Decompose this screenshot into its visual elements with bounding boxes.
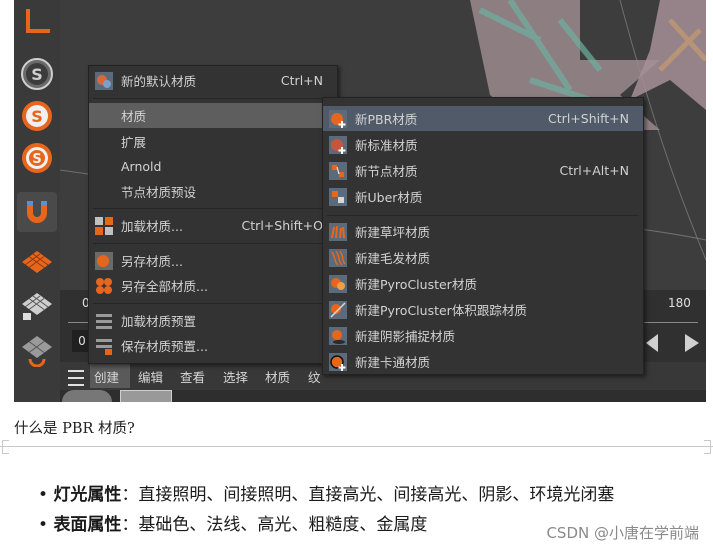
save-preset-icon	[94, 336, 114, 356]
menu-item-material[interactable]: 材质	[89, 103, 337, 128]
spline-outline-button[interactable]: S	[17, 138, 57, 178]
spline-orange-icon: S	[22, 101, 52, 131]
menu-item-new-node-material[interactable]: 新节点材质 Ctrl+Alt+N	[323, 158, 643, 183]
pyrocluster-volume-icon	[328, 300, 348, 320]
menu-item-new-default-material[interactable]: 新的默认材质 Ctrl+N	[89, 68, 337, 93]
corner-axis-button[interactable]	[17, 2, 57, 42]
c4d-screenshot: S S S 0 180 0 创建 编辑 查看 选择 材质 纹 新的默认材质 Ct…	[14, 0, 706, 402]
tab-view[interactable]: 查看	[180, 367, 205, 386]
magnet-icon	[27, 201, 47, 223]
tab-select[interactable]: 选择	[223, 367, 248, 386]
menu-item-load-material[interactable]: 加载材质... Ctrl+Shift+O	[89, 213, 337, 238]
menu-item-save-all-materials[interactable]: 另存全部材质...	[89, 273, 337, 298]
menu-item-new-cartoon-material[interactable]: 新建卡通材质	[323, 349, 643, 374]
floor-grid-icon	[22, 251, 52, 273]
bullet-lighting-title: 灯光属性	[53, 485, 122, 505]
tab-edit[interactable]: 编辑	[138, 367, 163, 386]
standard-material-icon	[328, 135, 348, 155]
bullet-lighting: • 灯光属性：直接照明、间接照明、直接高光、间接高光、阴影、环境光闭塞	[38, 480, 614, 505]
menu-separator	[93, 98, 333, 99]
menu-item-new-shadow-catcher-material[interactable]: 新建阴影捕捉材质	[323, 323, 643, 348]
grass-material-icon	[328, 222, 348, 242]
menu-separator	[93, 303, 333, 304]
sync-grid-button[interactable]	[17, 330, 57, 370]
shadow-catcher-icon	[328, 326, 348, 346]
bullet-dot: •	[38, 485, 54, 505]
bullet-dot: •	[38, 515, 54, 535]
material-thumbnails	[60, 390, 706, 402]
frame-field-value: 0	[78, 334, 86, 348]
left-toolbar: S S S	[14, 0, 60, 402]
save-material-icon	[94, 251, 114, 271]
create-menu: 新的默认材质 Ctrl+N 材质 扩展 Arnold 节点材质预设 加载材质...…	[88, 65, 338, 364]
sync-grid-icon	[22, 336, 52, 367]
play-button[interactable]	[685, 334, 699, 352]
spline-outline-icon: S	[22, 143, 52, 173]
tab-create-label: 创建	[94, 370, 120, 385]
pbr-material-icon	[328, 109, 348, 129]
watermark: CSDN @小唐在学前端	[546, 524, 699, 542]
menu-item-new-pyrocluster-volume-tracer[interactable]: 新建PyroCluster体积跟踪材质	[323, 297, 643, 322]
menu-item-extensions[interactable]: 扩展	[89, 129, 337, 154]
article-question: 什么是 PBR 材质?	[14, 421, 135, 437]
lock-grid-button[interactable]	[17, 286, 57, 326]
tab-material[interactable]: 材质	[265, 367, 290, 386]
material-icon	[94, 71, 114, 91]
spline-button[interactable]: S	[17, 54, 57, 94]
hamburger-icon[interactable]	[68, 370, 84, 386]
material-thumb-selected[interactable]	[120, 390, 172, 402]
svg-text:S: S	[31, 107, 43, 126]
node-material-icon	[328, 161, 348, 181]
uber-material-icon	[328, 187, 348, 207]
hair-material-icon	[328, 248, 348, 268]
menu-item-load-preset[interactable]: 加载材质预置	[89, 308, 337, 333]
play-back-button[interactable]	[646, 334, 658, 352]
cartoon-material-icon	[328, 352, 348, 372]
menu-item-arnold[interactable]: Arnold	[89, 154, 337, 179]
menu-item-node-presets[interactable]: 节点材质预设	[89, 179, 337, 204]
lock-grid-icon	[22, 293, 52, 320]
timeline-right-value: 180	[668, 296, 691, 310]
floor-button[interactable]	[17, 242, 57, 282]
material-submenu: 新PBR材质 Ctrl+Shift+N 新标准材质 新节点材质 Ctrl+Alt+N…	[322, 97, 644, 375]
save-all-materials-icon	[94, 276, 114, 296]
material-thumb[interactable]	[62, 390, 112, 402]
svg-text:S: S	[31, 65, 43, 84]
menu-item-new-hair-material[interactable]: 新建毛发材质	[323, 245, 643, 270]
menu-item-new-standard-material[interactable]: 新标准材质	[323, 132, 643, 157]
tab-texture[interactable]: 纹	[308, 367, 321, 386]
load-preset-icon	[94, 311, 114, 331]
menu-separator	[93, 243, 333, 244]
corner-axis-icon	[26, 9, 50, 33]
pyrocluster-material-icon	[328, 274, 348, 294]
menu-separator	[327, 215, 639, 216]
menu-item-new-pyrocluster-material[interactable]: 新建PyroCluster材质	[323, 271, 643, 296]
menu-item-new-pbr-material[interactable]: 新PBR材质 Ctrl+Shift+N	[323, 106, 643, 131]
menu-item-new-uber-material[interactable]: 新Uber材质	[323, 184, 643, 209]
divider	[0, 446, 713, 447]
svg-text:S: S	[32, 152, 41, 167]
bullet-surface-title: 表面属性	[53, 515, 122, 535]
load-material-icon	[94, 216, 114, 236]
spline-s-icon: S	[21, 58, 53, 90]
divider-end-left	[2, 440, 9, 454]
menu-item-save-material[interactable]: 另存材质...	[89, 248, 337, 273]
bullet-surface-text: ：基础色、法线、高光、粗糙度、金属度	[121, 515, 428, 535]
menu-item-save-preset[interactable]: 保存材质预置...	[89, 333, 337, 358]
divider-end-right	[704, 440, 711, 454]
magnet-button[interactable]	[17, 192, 57, 232]
spline-orange-button[interactable]: S	[17, 96, 57, 136]
menu-item-new-grass-material[interactable]: 新建草坪材质	[323, 219, 643, 244]
menu-separator	[93, 208, 333, 209]
bullet-surface: • 表面属性：基础色、法线、高光、粗糙度、金属度	[38, 510, 427, 535]
bullet-lighting-text: ：直接照明、间接照明、直接高光、间接高光、阴影、环境光闭塞	[121, 485, 615, 505]
